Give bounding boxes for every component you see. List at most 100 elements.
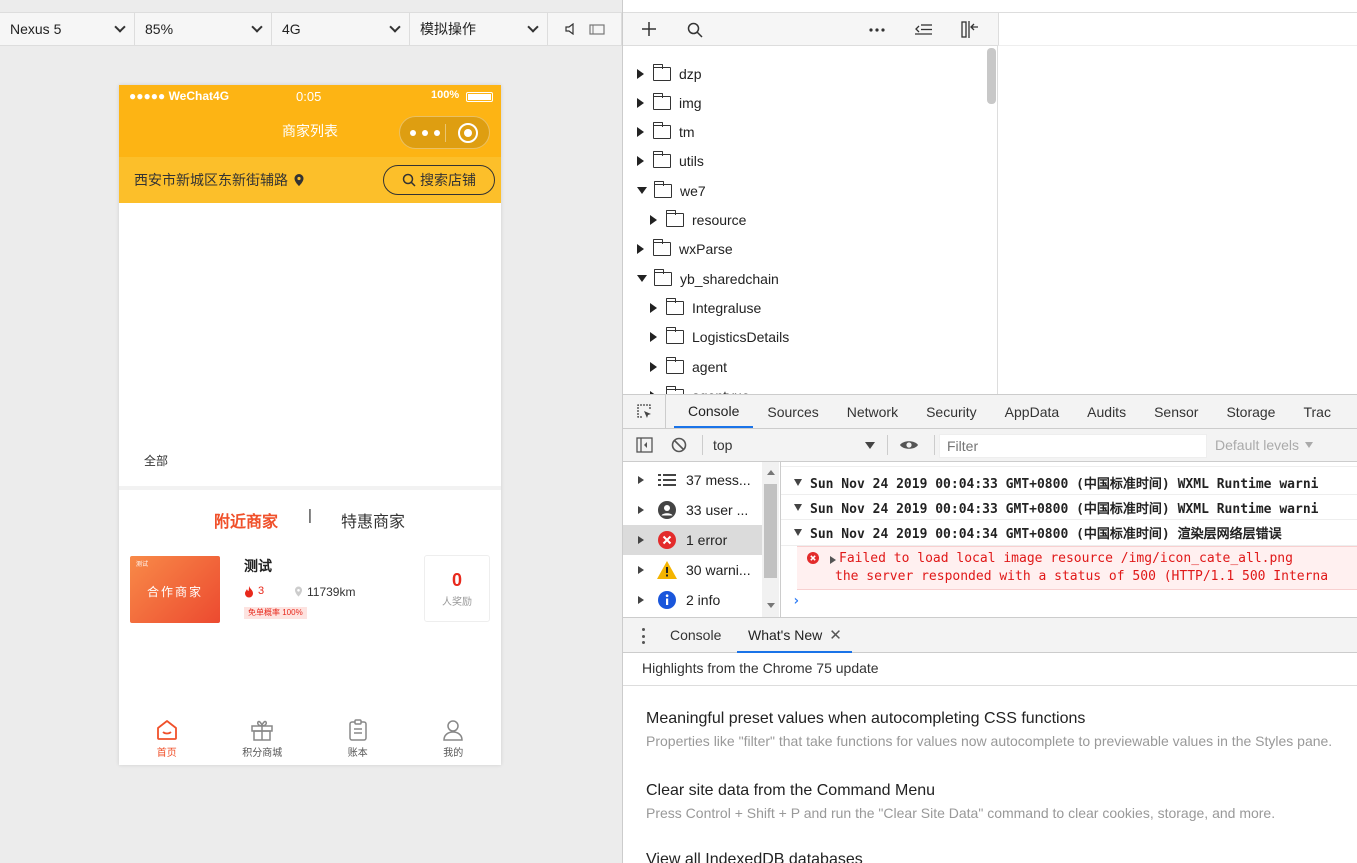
tree-item[interactable]: wxParse bbox=[637, 235, 733, 264]
devtools-pane: dzp img tm utils we7 resource wxParse yb_shared… bbox=[622, 0, 1357, 863]
tree-item[interactable]: agentyue bbox=[650, 381, 750, 394]
tab-sensor[interactable]: Sensor bbox=[1140, 395, 1212, 428]
caret-right-icon[interactable] bbox=[638, 566, 644, 574]
tabbar-item-profile[interactable]: 我的 bbox=[406, 707, 502, 765]
tree-item[interactable]: utils bbox=[637, 147, 704, 176]
close-icon[interactable]: ✕ bbox=[829, 626, 842, 644]
sidebar-item[interactable]: 2 info bbox=[623, 585, 763, 615]
scroll-down-icon[interactable] bbox=[767, 603, 775, 608]
tree-item[interactable]: agent bbox=[650, 352, 727, 381]
close-circle-icon[interactable] bbox=[458, 123, 478, 143]
caret-right-icon[interactable] bbox=[638, 476, 644, 484]
sidebar-toggle-icon[interactable] bbox=[636, 437, 653, 453]
merchant-heat: 3 bbox=[258, 585, 265, 597]
tab-discount[interactable]: 特惠商家 bbox=[341, 508, 405, 532]
split-panel-icon[interactable] bbox=[961, 21, 979, 38]
tree-item[interactable]: yb_sharedchain bbox=[637, 264, 779, 293]
tabbar-item-ledger[interactable]: 账本 bbox=[310, 707, 406, 765]
warning-icon bbox=[656, 561, 678, 579]
tree-item[interactable]: LogisticsDetails bbox=[650, 323, 789, 352]
tab-network[interactable]: Network bbox=[833, 395, 912, 428]
folder-icon bbox=[652, 151, 671, 169]
console-prompt-icon[interactable]: › bbox=[792, 593, 800, 609]
tab-console[interactable]: Console bbox=[674, 395, 754, 428]
caret-right-icon[interactable] bbox=[638, 596, 644, 604]
caret-right-icon[interactable] bbox=[637, 68, 644, 79]
eye-icon[interactable] bbox=[899, 439, 919, 451]
more-dots-icon[interactable] bbox=[410, 123, 440, 143]
tree-item[interactable]: Integraluse bbox=[650, 293, 761, 322]
sidebar-item[interactable]: 30 warni... bbox=[623, 555, 763, 585]
tab-appdata[interactable]: AppData bbox=[991, 395, 1073, 428]
search-store-button[interactable]: 搜索店铺 bbox=[383, 165, 495, 195]
caret-down-icon[interactable] bbox=[794, 503, 802, 511]
caret-right-icon[interactable] bbox=[650, 361, 657, 372]
log-group-row[interactable]: Sun Nov 24 2019 00:04:33 GMT+0800 (中国标准时… bbox=[781, 495, 1357, 521]
drawer-tab-console[interactable]: Console bbox=[670, 618, 721, 652]
sidebar-item[interactable]: 37 mess... bbox=[623, 465, 763, 495]
caret-right-icon[interactable] bbox=[650, 302, 657, 313]
expand-arrow-icon[interactable] bbox=[830, 556, 836, 564]
console-filter-input[interactable] bbox=[939, 434, 1207, 458]
drawer-menu-icon[interactable] bbox=[642, 628, 646, 644]
collapse-all-icon[interactable] bbox=[915, 23, 932, 36]
whats-new-item[interactable]: View all IndexedDB databases bbox=[646, 851, 1356, 863]
tree-item[interactable]: img bbox=[637, 88, 702, 117]
battery-icon bbox=[466, 92, 493, 102]
more-icon[interactable] bbox=[869, 28, 885, 32]
caret-right-icon[interactable] bbox=[637, 127, 644, 138]
category-all[interactable]: 全部 bbox=[144, 452, 168, 469]
tree-item[interactable]: we7 bbox=[637, 176, 706, 205]
caret-down-icon[interactable] bbox=[794, 529, 802, 537]
zoom-select[interactable]: 85% bbox=[135, 13, 272, 45]
caret-down-icon[interactable] bbox=[637, 187, 647, 195]
whats-new-item[interactable]: Meaningful preset values when autocomple… bbox=[646, 710, 1356, 749]
tabbar-item-home[interactable]: 首页 bbox=[119, 707, 215, 765]
operation-select[interactable]: 模拟操作 bbox=[410, 13, 548, 45]
speaker-icon[interactable] bbox=[564, 23, 576, 35]
tree-item-label: LogisticsDetails bbox=[692, 329, 790, 346]
caret-down-icon[interactable] bbox=[794, 478, 802, 486]
tree-item[interactable]: resource bbox=[650, 206, 746, 235]
network-select[interactable]: 4G bbox=[272, 13, 410, 45]
tree-scrollbar[interactable] bbox=[987, 48, 996, 104]
tree-item[interactable]: tm bbox=[637, 118, 695, 147]
caret-right-icon[interactable] bbox=[637, 156, 644, 167]
tabbar-item-mall[interactable]: 积分商城 bbox=[215, 707, 311, 765]
window-icon[interactable] bbox=[589, 23, 605, 35]
caret-right-icon[interactable] bbox=[637, 244, 644, 255]
log-levels-select[interactable]: Default levels bbox=[1215, 437, 1314, 453]
caret-down-icon[interactable] bbox=[637, 275, 647, 283]
scroll-up-icon[interactable] bbox=[767, 470, 775, 475]
tab-sources[interactable]: Sources bbox=[753, 395, 832, 428]
merchant-card[interactable]: 测试 合作商家 测试 3 11739km 免单概率 100% 0 人奖励 bbox=[119, 551, 501, 627]
inspect-element-button[interactable] bbox=[623, 395, 666, 428]
search-icon[interactable] bbox=[687, 22, 703, 38]
sidebar-item[interactable]: 33 user ... bbox=[623, 495, 763, 525]
tab-nearby[interactable]: 附近商家 bbox=[214, 508, 278, 532]
log-group-row[interactable]: Sun Nov 24 2019 00:04:33 GMT+0800 (中国标准时… bbox=[781, 470, 1357, 495]
log-group-row[interactable]: Sun Nov 24 2019 00:04:34 GMT+0800 (中国标准时… bbox=[781, 521, 1357, 546]
whats-new-item[interactable]: Clear site data from the Command Menu Pr… bbox=[646, 782, 1356, 821]
caret-right-icon[interactable] bbox=[638, 536, 644, 544]
tree-item-label: agent bbox=[692, 358, 728, 375]
drawer-tab-whats-new[interactable]: What's New ✕ bbox=[737, 618, 852, 653]
caret-right-icon[interactable] bbox=[650, 215, 657, 225]
caret-right-icon[interactable] bbox=[637, 97, 644, 108]
context-select[interactable]: top bbox=[705, 433, 883, 457]
caret-right-icon[interactable] bbox=[638, 506, 644, 514]
tab-trac[interactable]: Trac bbox=[1289, 395, 1344, 428]
device-select[interactable]: Nexus 5 bbox=[0, 13, 135, 45]
error-message[interactable]: Failed to load local image resource /img… bbox=[797, 546, 1357, 590]
sidebar-item[interactable]: 1 error bbox=[623, 525, 763, 555]
sidebar-scrollbar-thumb[interactable] bbox=[764, 484, 777, 578]
clear-console-icon[interactable] bbox=[671, 437, 687, 453]
location-text[interactable]: 西安市新城区东新街辅路 bbox=[134, 170, 288, 190]
tree-item[interactable]: dzp bbox=[637, 59, 702, 88]
error-line-1: Failed to load local image resource /img… bbox=[839, 551, 1293, 566]
tab-security[interactable]: Security bbox=[912, 395, 991, 428]
add-icon[interactable] bbox=[642, 22, 656, 36]
caret-right-icon[interactable] bbox=[650, 332, 657, 343]
tab-audits[interactable]: Audits bbox=[1073, 395, 1140, 428]
tab-storage[interactable]: Storage bbox=[1212, 395, 1289, 428]
